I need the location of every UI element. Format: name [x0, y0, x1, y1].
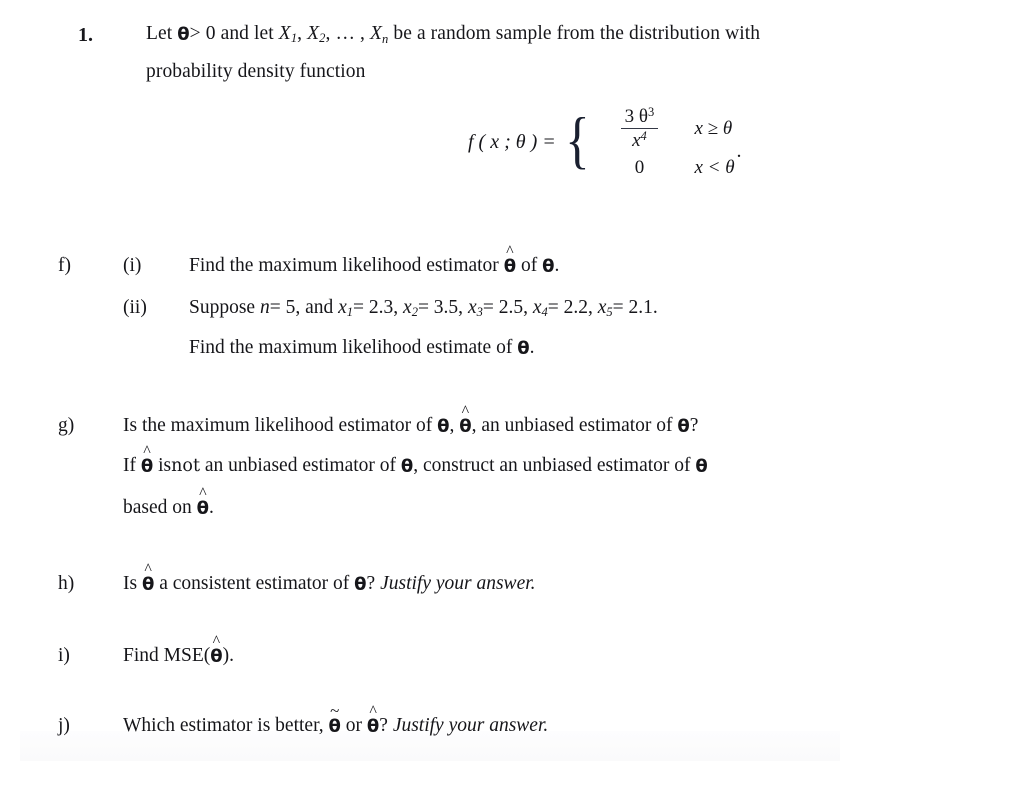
- stem-text-and-let: and let: [220, 23, 274, 44]
- fraction-denominator: x4: [632, 129, 647, 152]
- theta-symbol: θ: [437, 415, 450, 437]
- g-l2-if: If: [123, 455, 136, 476]
- j-or: or: [345, 715, 363, 736]
- sample-x1: x1= 2.3,: [338, 297, 399, 319]
- part-f-item-ii-line-2: Find the maximum likelihood estimate of …: [189, 337, 534, 359]
- j-q: ?: [379, 715, 388, 736]
- ellipsis: , … ,: [325, 23, 366, 44]
- h-justify-text: Justify your answer.: [380, 573, 536, 594]
- case-1-condition: x ≥ θ: [694, 117, 733, 139]
- formula-case-2: 0 x < θ: [596, 157, 735, 179]
- sample-x5: x5= 2.1.: [597, 297, 658, 319]
- suppose-text: Suppose: [189, 297, 256, 318]
- mse-label: MSE: [163, 645, 204, 666]
- g-l1-q: ?: [689, 415, 699, 436]
- part-f-item-ii-label: (ii): [123, 297, 147, 318]
- h-b: a consistent estimator of: [159, 573, 350, 594]
- numerator-exponent: 3: [648, 105, 655, 119]
- sample-x2: x2= 3.5,: [403, 297, 464, 319]
- and-text: and: [305, 297, 334, 318]
- sample-x3: x3= 2.5,: [467, 297, 528, 319]
- random-variable-xn: Xn: [370, 23, 389, 46]
- formula-cases: 3 θ3 x4 x ≥ θ 0 x < θ: [596, 105, 735, 179]
- pdf-formula: f ( x ; θ ) = { 3 θ3 x4 x ≥ θ 0 x < θ .: [468, 104, 742, 179]
- theta-hat-symbol: ^ θ: [503, 243, 517, 277]
- fi-text-post: of: [520, 255, 538, 276]
- h-q: ?: [366, 573, 376, 594]
- stem-inequality: > 0: [189, 23, 216, 44]
- formula-lhs: f ( x ; θ ) =: [468, 131, 556, 154]
- h-a: Is: [123, 573, 138, 594]
- fraction: 3 θ3 x4: [620, 105, 659, 152]
- fraction-numerator: 3 θ3: [624, 105, 655, 127]
- theta-symbol: θ: [542, 255, 555, 277]
- fi-period: .: [554, 255, 560, 276]
- case-2-value: 0: [634, 157, 645, 179]
- document-page: 1. Let θ> 0 and let X1, X2, … , Xn be a …: [0, 0, 1024, 790]
- question-stem-line-1: Let θ> 0 and let X1, X2, … , Xn be a ran…: [146, 24, 760, 46]
- theta-symbol: θ: [695, 455, 708, 477]
- part-label-g: g): [58, 415, 75, 436]
- part-label-j: j): [58, 715, 70, 736]
- theta-symbol: θ: [177, 23, 190, 45]
- part-g-line-1: Is the maximum likelihood estimator of θ…: [123, 403, 699, 437]
- g-l2-is: is: [158, 455, 172, 476]
- subscript-n: n: [382, 32, 389, 46]
- g-l2-c: , construct an unbiased estimator of: [413, 455, 691, 476]
- theta-symbol: θ: [400, 455, 414, 477]
- g-l3-period: .: [209, 497, 214, 518]
- part-label-h: h): [58, 573, 75, 594]
- part-f-item-ii-line-1: Suppose n= 5, and x1= 2.3, x2= 3.5, x3= …: [189, 297, 658, 320]
- comma-1: ,: [297, 23, 303, 44]
- part-label-f: f): [58, 255, 71, 276]
- case-2-condition: x < θ: [694, 157, 735, 179]
- stem-text-let: Let: [146, 23, 173, 44]
- i-period: .: [229, 645, 234, 666]
- theta-hat-symbol: ^ θ: [196, 485, 210, 519]
- case-1-value: 3 θ3 x4: [596, 105, 682, 152]
- theta-symbol: θ: [354, 573, 367, 595]
- g-l2-not: not: [171, 456, 200, 476]
- fii-line2-text: Find the maximum likelihood estimate of: [189, 337, 513, 358]
- part-f-item-i-label: (i): [123, 255, 142, 276]
- theta-hat-symbol: ^ θ: [141, 561, 155, 595]
- g-l1-b: , an unbiased estimator of: [471, 415, 673, 436]
- question-stem-line-2: probability density function: [146, 61, 366, 82]
- part-label-i: i): [58, 645, 70, 666]
- part-g-line-3: based on ^ θ.: [123, 485, 214, 519]
- sample-size-value: = 5,: [269, 297, 301, 318]
- fi-text-pre: Find the maximum likelihood estimator: [189, 255, 499, 276]
- formula-case-1: 3 θ3 x4 x ≥ θ: [596, 105, 734, 152]
- theta-tilde-symbol: ~ θ: [328, 701, 341, 737]
- j-justify-text: Justify your answer.: [392, 715, 549, 736]
- theta-hat-symbol: ^ θ: [140, 443, 154, 477]
- stem-text-tail: be a random sample from the distribution…: [393, 23, 761, 44]
- formula-trailing-period: .: [736, 140, 742, 163]
- part-g-line-2: If ^ θ isnot an unbiased estimator of θ, …: [123, 443, 708, 477]
- g-l1-a: Is the maximum likelihood estimator of: [123, 415, 433, 436]
- left-brace: {: [564, 104, 590, 176]
- theta-hat-symbol: ^ θ: [210, 633, 223, 667]
- part-j-text: Which estimator is better, ~ θ or ^ θ? Jus…: [123, 701, 549, 737]
- theta-symbol: θ: [517, 337, 530, 359]
- fii-period: .: [529, 337, 535, 358]
- g-l3-a: based on: [123, 497, 192, 518]
- sample-size-n: n: [259, 297, 270, 318]
- sample-x4: x4= 2.2,: [532, 297, 593, 319]
- theta-hat-symbol: ^ θ: [366, 703, 380, 737]
- denominator-exponent: 4: [640, 129, 647, 144]
- part-h-text: Is ^ θ a consistent estimator of θ? Justi…: [123, 561, 536, 595]
- part-i-text: Find MSE(^ θ).: [123, 633, 234, 667]
- g-l2-b: an unbiased estimator of: [204, 455, 397, 476]
- question-number: 1.: [78, 24, 93, 46]
- i-find: Find: [123, 645, 159, 666]
- g-l1-comma: ,: [449, 415, 455, 436]
- theta-hat-symbol: ^ θ: [459, 403, 472, 437]
- theta-symbol: θ: [677, 415, 690, 437]
- random-variable-x2: X2: [307, 23, 326, 45]
- part-f-item-i-text: Find the maximum likelihood estimator ^ θ…: [189, 243, 560, 277]
- j-a: Which estimator is better,: [123, 715, 324, 736]
- random-variable-x1: X1: [278, 23, 298, 45]
